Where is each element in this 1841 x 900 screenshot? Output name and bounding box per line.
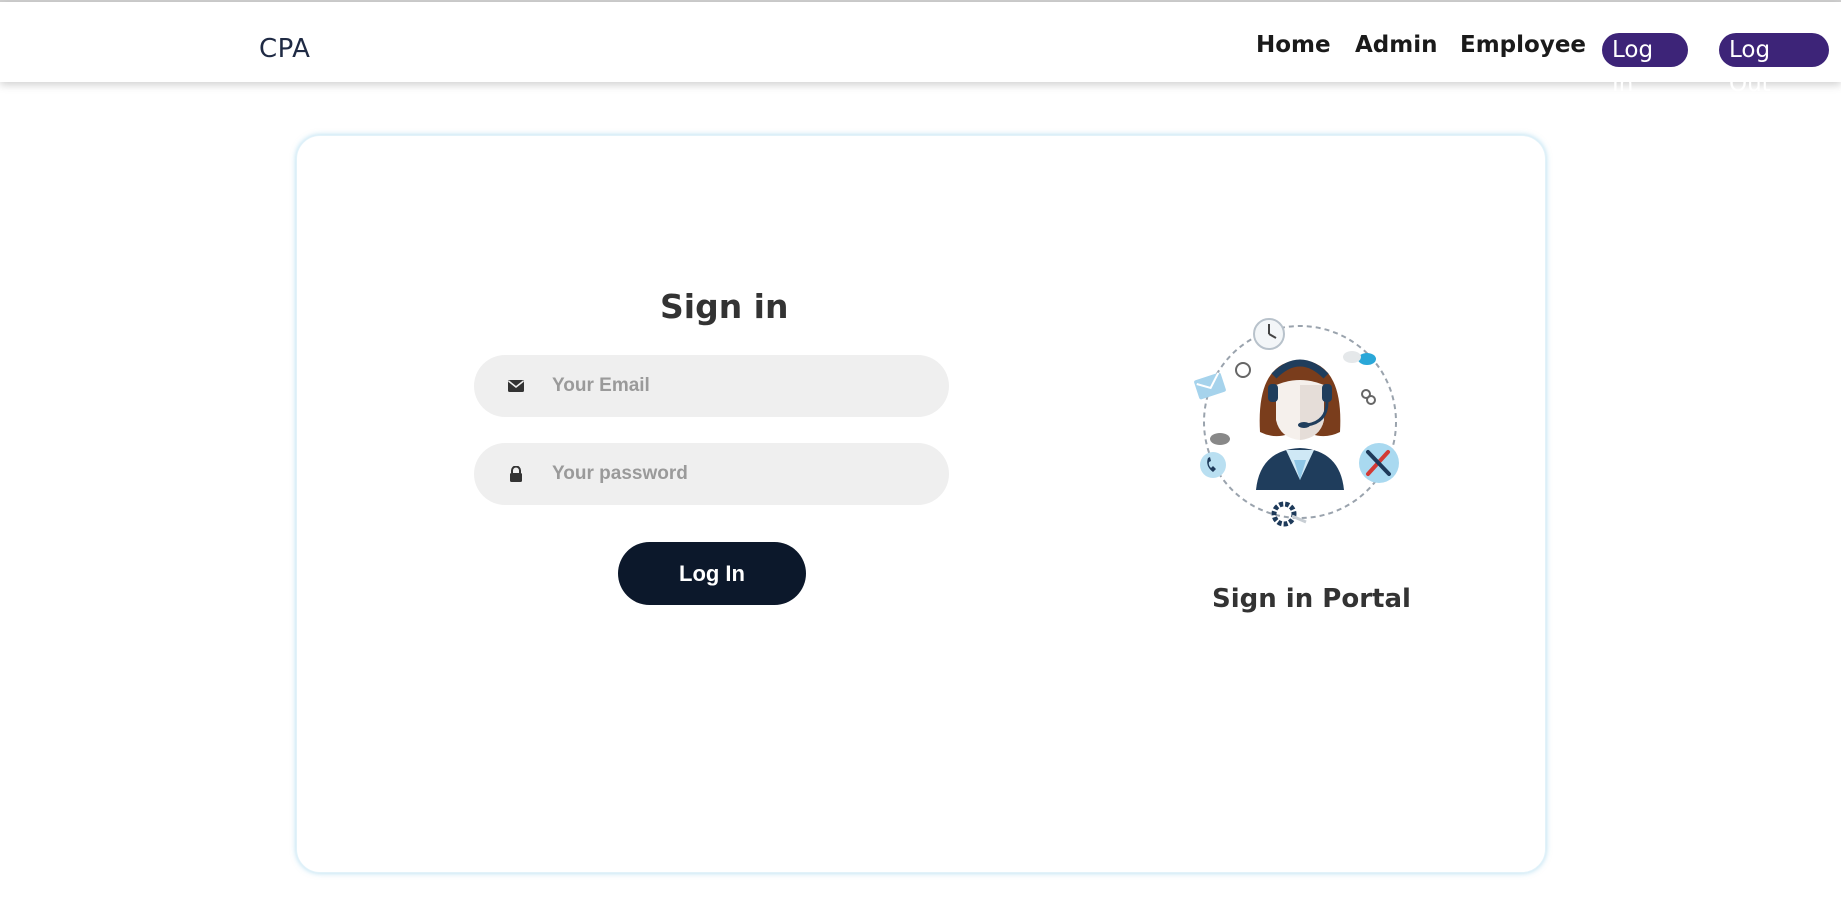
email-input[interactable]: [552, 355, 922, 417]
chat-bubble-icon: [1343, 351, 1376, 365]
nav-admin-link[interactable]: Admin: [1355, 32, 1438, 58]
timer-icon: [1235, 362, 1251, 378]
password-input[interactable]: [552, 443, 922, 505]
password-field[interactable]: [474, 443, 949, 505]
signin-title: Sign in: [660, 287, 789, 326]
handshake-icon: [1210, 433, 1230, 445]
gear-icon: [1271, 501, 1307, 527]
email-field[interactable]: [474, 355, 949, 417]
top-navbar: CPA Home Admin Employee Log In Log Out: [0, 2, 1841, 97]
nav-home-link[interactable]: Home: [1256, 32, 1331, 58]
link-icon: [1361, 389, 1376, 405]
nav-login-button[interactable]: Log In: [1602, 33, 1688, 97]
lock-icon: [510, 466, 522, 482]
clock-icon: [1253, 318, 1285, 350]
brand-logo[interactable]: CPA: [259, 34, 310, 64]
tools-icon: [1359, 443, 1399, 483]
agent-figure: [1256, 359, 1344, 490]
phone-icon: [1200, 452, 1226, 478]
nav-logout-button[interactable]: Log Out: [1719, 33, 1829, 97]
login-submit-button[interactable]: Log In: [618, 542, 806, 605]
support-agent-illustration: [1194, 318, 1399, 527]
envelope-icon: [508, 380, 524, 392]
envelope-icon: [1194, 372, 1226, 400]
portal-caption: Sign in Portal: [1212, 584, 1411, 614]
nav-employee-link[interactable]: Employee: [1460, 32, 1586, 58]
